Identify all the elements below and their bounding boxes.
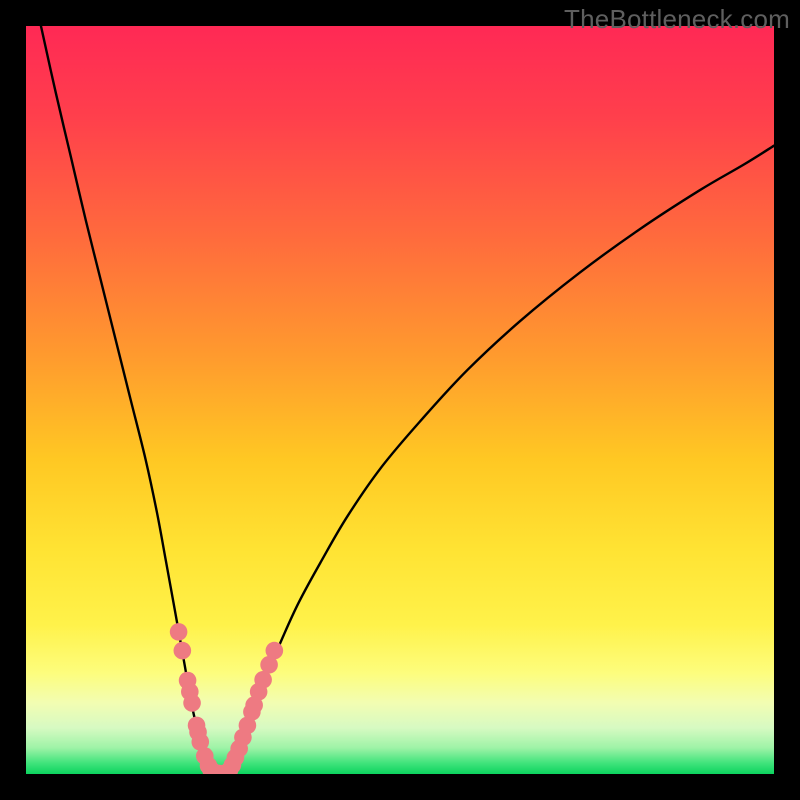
data-marker	[266, 642, 284, 660]
data-marker	[254, 671, 272, 689]
gradient-background	[26, 26, 774, 774]
bottleneck-curve-chart	[26, 26, 774, 774]
watermark-text: TheBottleneck.com	[564, 4, 790, 35]
chart-frame: TheBottleneck.com	[0, 0, 800, 800]
data-marker	[170, 623, 188, 641]
data-marker	[183, 694, 201, 712]
chart-plot-area	[26, 26, 774, 774]
data-marker	[174, 642, 192, 660]
